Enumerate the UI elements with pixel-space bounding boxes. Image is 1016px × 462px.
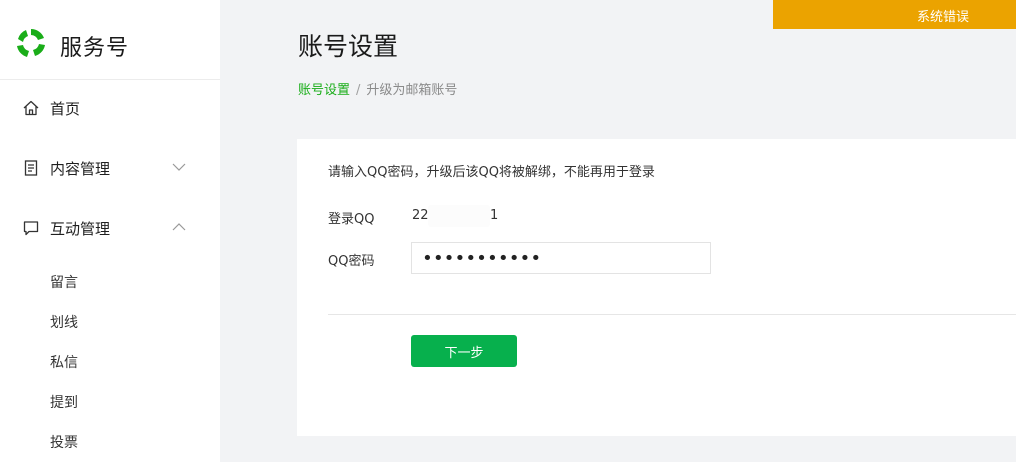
sidebar: 服务号 首页 内容管理 互动管理 留言 划线 私信 提到 投票 <box>0 0 220 462</box>
breadcrumb: 账号设置 / 升级为邮箱账号 <box>298 79 457 98</box>
password-input[interactable] <box>411 242 711 274</box>
document-icon <box>24 160 38 176</box>
sidebar-subitem-comments[interactable]: 留言 <box>0 266 220 296</box>
qq-value-start: 22 <box>412 208 429 223</box>
sidebar-subitem-label: 留言 <box>50 275 78 291</box>
sidebar-item-interaction[interactable]: 互动管理 <box>0 208 220 248</box>
sidebar-subitem-label: 提到 <box>50 395 78 411</box>
sidebar-item-label: 首页 <box>50 100 81 118</box>
sidebar-subitem-mentions[interactable]: 提到 <box>0 386 220 416</box>
chevron-up-icon <box>172 223 186 231</box>
sidebar-subitem-label: 划线 <box>50 315 78 331</box>
breadcrumb-separator: / <box>356 83 361 98</box>
qq-value-mask <box>428 205 490 227</box>
qq-value: 22 1 <box>412 205 512 227</box>
brand-header: 服务号 <box>0 0 220 80</box>
next-button[interactable]: 下一步 <box>411 335 517 367</box>
password-label: QQ密码 <box>328 254 375 269</box>
chevron-down-icon <box>172 163 186 171</box>
qq-label: 登录QQ <box>328 212 375 227</box>
breadcrumb-link-account-settings[interactable]: 账号设置 <box>298 83 350 98</box>
sidebar-subitem-messages[interactable]: 私信 <box>0 346 220 376</box>
upgrade-form-card: 请输入QQ密码，升级后该QQ将被解绑，不能再用于登录 登录QQ 22 1 QQ密… <box>297 139 1016 436</box>
sidebar-subitem-highlights[interactable]: 划线 <box>0 306 220 336</box>
sidebar-subitem-votes[interactable]: 投票 <box>0 426 220 456</box>
breadcrumb-current: 升级为邮箱账号 <box>366 83 458 98</box>
service-account-logo-icon <box>17 29 45 57</box>
brand-name: 服务号 <box>60 36 130 61</box>
sidebar-item-home[interactable]: 首页 <box>0 88 220 128</box>
sidebar-item-content[interactable]: 内容管理 <box>0 148 220 188</box>
error-alert: 系统错误 <box>773 0 1016 29</box>
chat-icon <box>23 221 39 236</box>
sidebar-subitem-label: 投票 <box>50 435 78 451</box>
sidebar-item-label: 内容管理 <box>50 160 111 178</box>
page-title: 账号设置 <box>298 32 399 61</box>
sidebar-subitem-label: 私信 <box>50 355 78 371</box>
sidebar-item-label: 互动管理 <box>50 220 111 238</box>
qq-value-end: 1 <box>490 208 499 223</box>
error-alert-text: 系统错误 <box>917 10 970 25</box>
instruction-text: 请输入QQ密码，升级后该QQ将被解绑，不能再用于登录 <box>328 165 655 180</box>
home-icon <box>23 100 39 116</box>
divider <box>328 314 1016 315</box>
